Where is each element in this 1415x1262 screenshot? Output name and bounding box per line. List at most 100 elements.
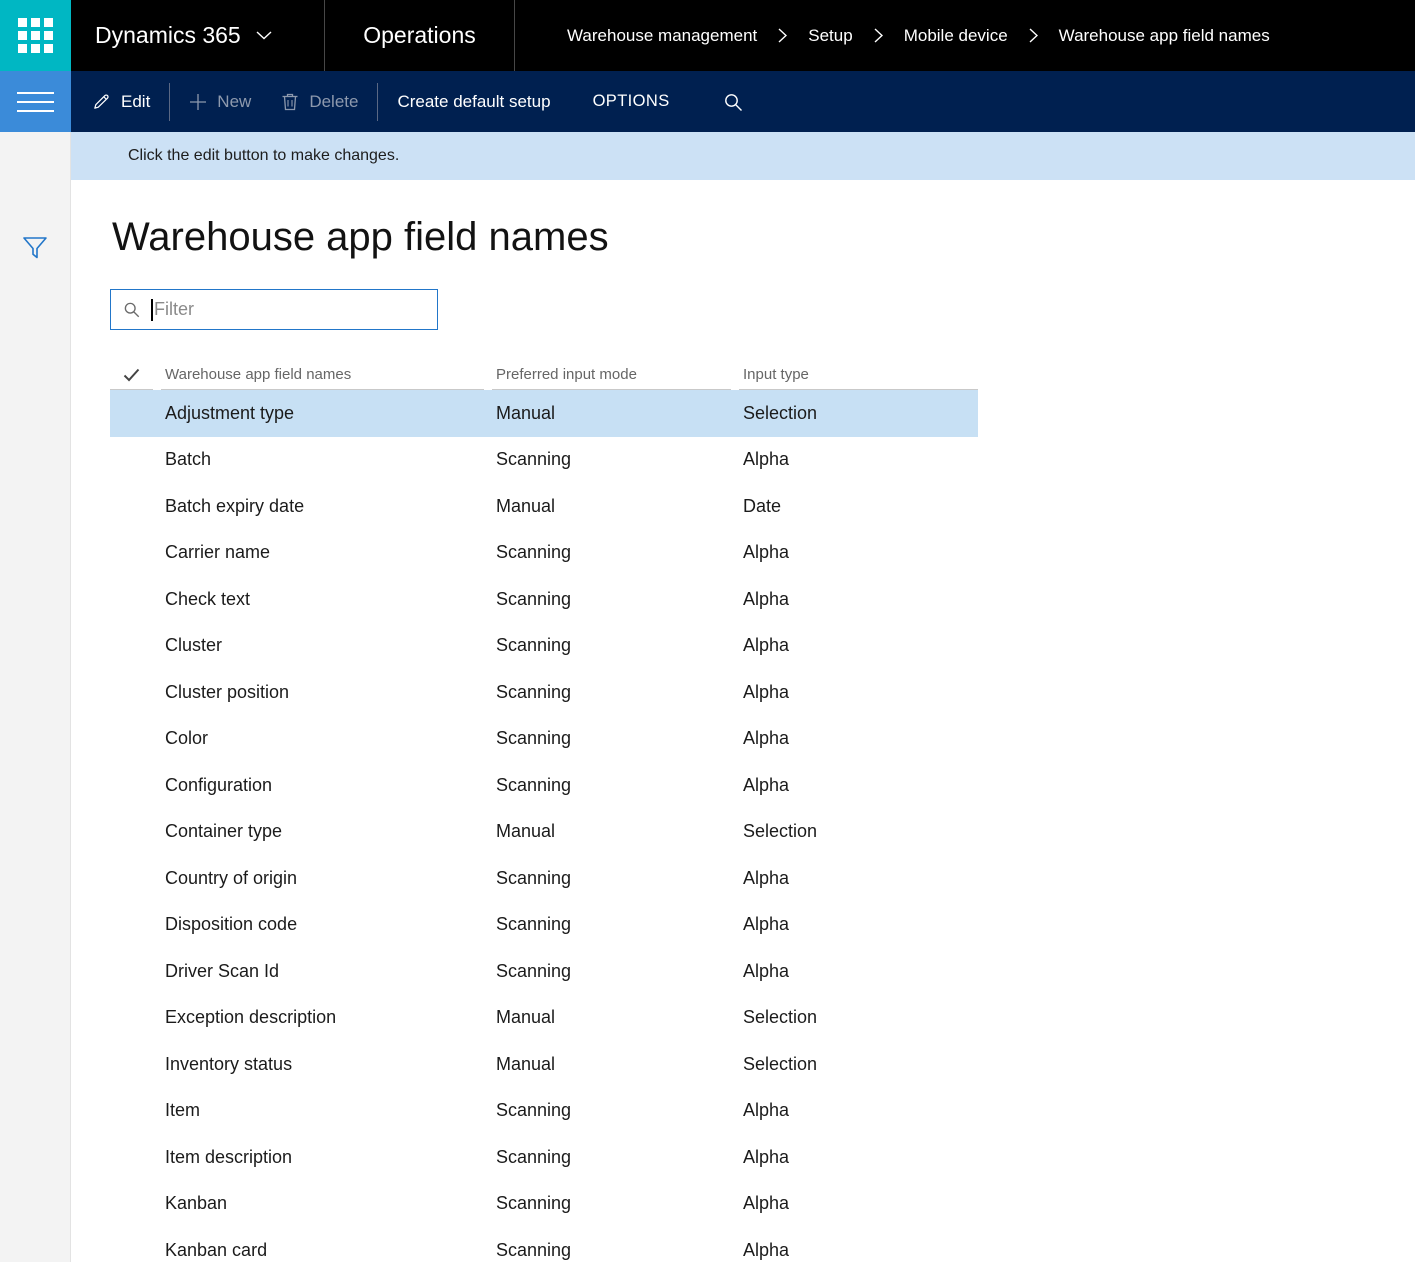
cell-preferred-input-mode: Scanning: [492, 437, 731, 484]
table-row[interactable]: Item description Scanning Alpha: [110, 1134, 978, 1181]
table-row[interactable]: Carrier name Scanning Alpha: [110, 530, 978, 577]
checkmark-icon: [123, 368, 140, 382]
breadcrumb-item-setup[interactable]: Setup: [808, 26, 852, 46]
row-select-cell[interactable]: [110, 995, 153, 1042]
trash-icon: [281, 92, 299, 111]
row-select-cell[interactable]: [110, 623, 153, 670]
divider: [169, 83, 170, 121]
new-button[interactable]: New: [174, 71, 266, 132]
cell-field-name: Check text: [161, 576, 484, 623]
cell-preferred-input-mode: Scanning: [492, 902, 731, 949]
cell-preferred-input-mode: Scanning: [492, 1181, 731, 1228]
row-select-cell[interactable]: [110, 1088, 153, 1135]
row-select-cell[interactable]: [110, 437, 153, 484]
table-row[interactable]: Inventory status Manual Selection: [110, 1041, 978, 1088]
table-row[interactable]: Kanban Scanning Alpha: [110, 1181, 978, 1228]
command-search-button[interactable]: [711, 71, 755, 132]
cell-preferred-input-mode: Scanning: [492, 762, 731, 809]
table-row[interactable]: Country of origin Scanning Alpha: [110, 855, 978, 902]
table-row[interactable]: Color Scanning Alpha: [110, 716, 978, 763]
row-select-cell[interactable]: [110, 948, 153, 995]
table-row[interactable]: Cluster Scanning Alpha: [110, 623, 978, 670]
text-cursor: [151, 299, 153, 321]
table-row[interactable]: Batch expiry date Manual Date: [110, 483, 978, 530]
cell-preferred-input-mode: Manual: [492, 390, 731, 437]
cell-field-name: Batch expiry date: [161, 483, 484, 530]
create-default-setup-button[interactable]: Create default setup: [382, 71, 565, 132]
cell-field-name: Kanban: [161, 1181, 484, 1228]
cell-field-name: Cluster position: [161, 669, 484, 716]
cell-input-type: Alpha: [739, 576, 978, 623]
row-select-cell[interactable]: [110, 1041, 153, 1088]
chevron-down-icon: [256, 31, 272, 40]
cell-preferred-input-mode: Scanning: [492, 623, 731, 670]
cell-input-type: Alpha: [739, 669, 978, 716]
cell-field-name: Exception description: [161, 995, 484, 1042]
table-row[interactable]: Container type Manual Selection: [110, 809, 978, 856]
row-select-cell[interactable]: [110, 855, 153, 902]
page-title: Warehouse app field names: [112, 213, 609, 261]
product-menu-button[interactable]: Dynamics 365: [71, 0, 324, 71]
cell-field-name: Configuration: [161, 762, 484, 809]
cell-input-type: Selection: [739, 809, 978, 856]
cell-preferred-input-mode: Scanning: [492, 669, 731, 716]
edit-button[interactable]: Edit: [77, 71, 165, 132]
row-select-cell[interactable]: [110, 1181, 153, 1228]
table-row[interactable]: Batch Scanning Alpha: [110, 437, 978, 484]
command-bar: Edit New Delete Create default setup OPT…: [71, 71, 1415, 132]
grid-filter[interactable]: [110, 289, 438, 330]
row-select-cell[interactable]: [110, 390, 153, 437]
cell-preferred-input-mode: Manual: [492, 995, 731, 1042]
select-all-column-header[interactable]: [110, 360, 153, 390]
row-select-cell[interactable]: [110, 716, 153, 763]
table-row[interactable]: Disposition code Scanning Alpha: [110, 902, 978, 949]
row-select-cell[interactable]: [110, 762, 153, 809]
table-row[interactable]: Adjustment type Manual Selection: [110, 390, 978, 437]
row-select-cell[interactable]: [110, 530, 153, 577]
column-header-preferred-input-mode[interactable]: Preferred input mode: [492, 360, 731, 390]
chevron-right-icon: [778, 28, 787, 43]
row-select-cell[interactable]: [110, 669, 153, 716]
cell-input-type: Alpha: [739, 1181, 978, 1228]
breadcrumb-item-current-page: Warehouse app field names: [1059, 26, 1270, 46]
table-row[interactable]: Exception description Manual Selection: [110, 995, 978, 1042]
row-select-cell[interactable]: [110, 1134, 153, 1181]
table-row[interactable]: Item Scanning Alpha: [110, 1088, 978, 1135]
data-grid: Warehouse app field names Preferred inpu…: [110, 360, 978, 1262]
row-select-cell[interactable]: [110, 809, 153, 856]
filter-pane-button[interactable]: [18, 232, 52, 264]
row-select-cell[interactable]: [110, 483, 153, 530]
breadcrumb: Warehouse management Setup Mobile device…: [567, 0, 1270, 71]
grid-header-row: Warehouse app field names Preferred inpu…: [110, 360, 978, 390]
cell-input-type: Date: [739, 483, 978, 530]
chevron-right-icon: [874, 28, 883, 43]
row-select-cell[interactable]: [110, 1227, 153, 1262]
row-select-cell[interactable]: [110, 902, 153, 949]
navigation-pane-toggle-button[interactable]: [0, 71, 71, 132]
pencil-icon: [92, 92, 111, 111]
app-name-button[interactable]: Operations: [325, 0, 514, 71]
breadcrumb-item-mobile-device[interactable]: Mobile device: [904, 26, 1008, 46]
cell-preferred-input-mode: Scanning: [492, 1227, 731, 1262]
options-menu-button[interactable]: OPTIONS: [578, 71, 685, 132]
column-header-input-type[interactable]: Input type: [739, 360, 978, 390]
column-header-field-names[interactable]: Warehouse app field names: [161, 360, 484, 390]
breadcrumb-item-module[interactable]: Warehouse management: [567, 26, 757, 46]
cell-preferred-input-mode: Scanning: [492, 530, 731, 577]
table-row[interactable]: Cluster position Scanning Alpha: [110, 669, 978, 716]
row-select-cell[interactable]: [110, 576, 153, 623]
cell-field-name: Inventory status: [161, 1041, 484, 1088]
table-row[interactable]: Configuration Scanning Alpha: [110, 762, 978, 809]
app-launcher-button[interactable]: [0, 0, 71, 71]
delete-button[interactable]: Delete: [266, 71, 373, 132]
cell-input-type: Alpha: [739, 762, 978, 809]
cell-preferred-input-mode: Scanning: [492, 576, 731, 623]
cell-preferred-input-mode: Scanning: [492, 855, 731, 902]
table-row[interactable]: Check text Scanning Alpha: [110, 576, 978, 623]
table-row[interactable]: Kanban card Scanning Alpha: [110, 1227, 978, 1262]
divider: [377, 83, 378, 121]
divider: [514, 0, 515, 71]
cell-input-type: Alpha: [739, 902, 978, 949]
grid-filter-input[interactable]: [154, 299, 429, 320]
table-row[interactable]: Driver Scan Id Scanning Alpha: [110, 948, 978, 995]
